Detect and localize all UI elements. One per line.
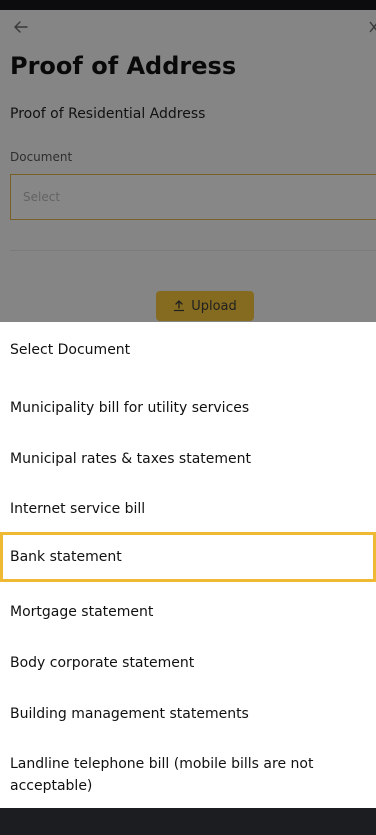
option-internet-bill[interactable]: Internet service bill	[0, 498, 376, 520]
bottom-bar	[0, 808, 376, 835]
option-municipality-bill[interactable]: Municipality bill for utility services	[0, 397, 376, 419]
option-building-management[interactable]: Building management statements	[0, 703, 376, 725]
option-mortgage-statement[interactable]: Mortgage statement	[0, 601, 376, 623]
screen: Proof of Address Proof of Residential Ad…	[0, 0, 376, 835]
sheet-header: Select Document	[10, 342, 131, 358]
option-bank-statement[interactable]: Bank statement	[0, 532, 376, 582]
option-municipal-rates[interactable]: Municipal rates & taxes statement	[0, 448, 376, 470]
modal-overlay[interactable]	[0, 0, 376, 322]
option-body-corporate[interactable]: Body corporate statement	[0, 652, 376, 674]
option-landline-bill[interactable]: Landline telephone bill (mobile bills ar…	[0, 753, 350, 797]
document-picker-sheet: Select Document Municipality bill for ut…	[0, 322, 376, 808]
